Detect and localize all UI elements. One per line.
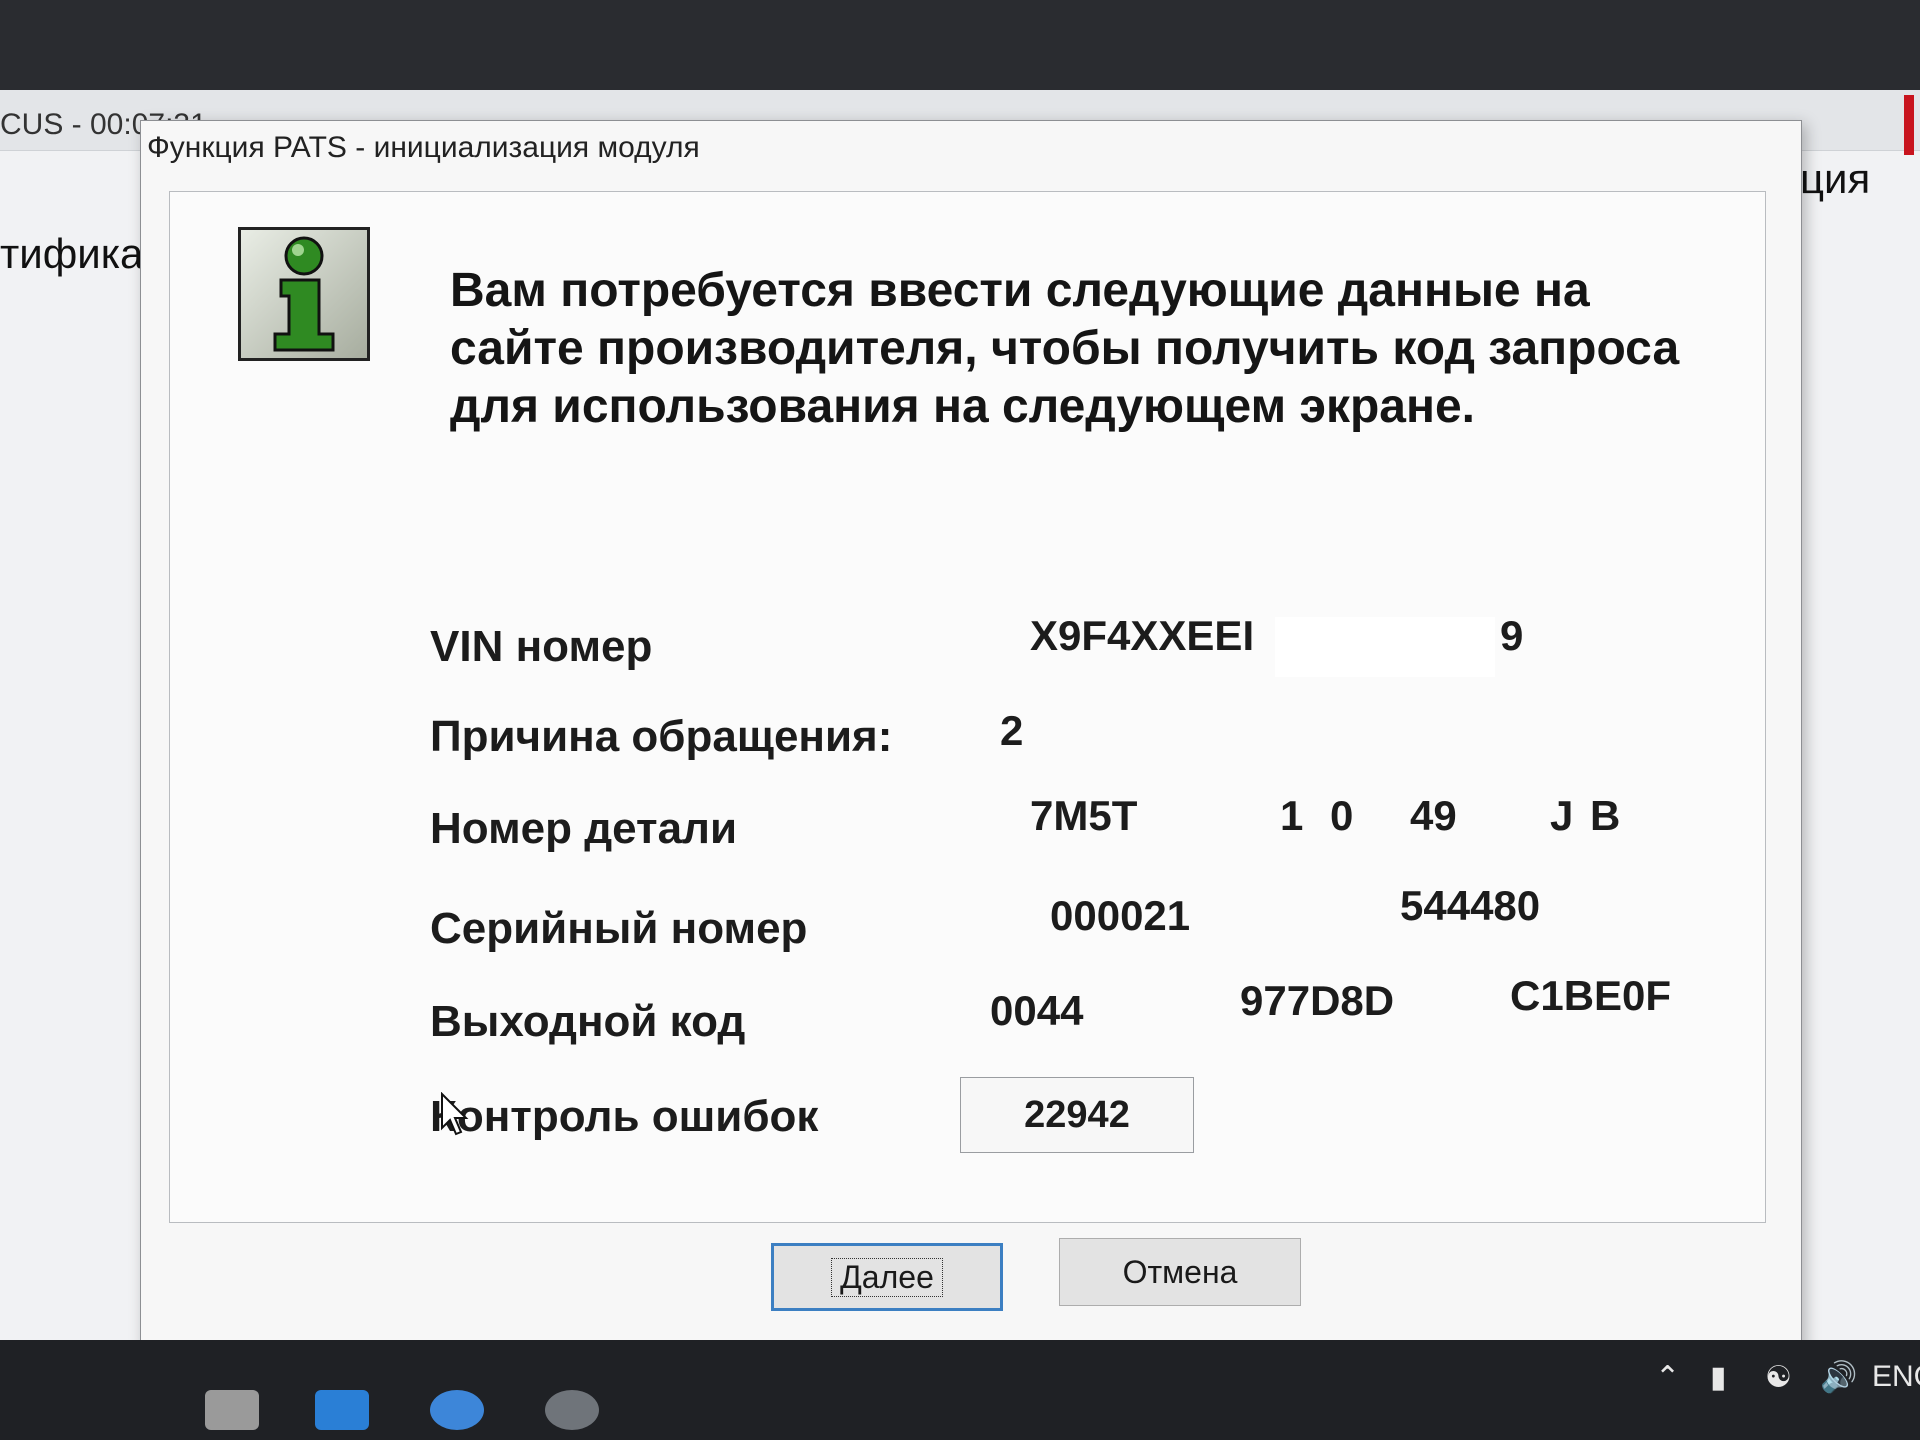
info-icon	[238, 227, 370, 361]
error-check-label: Контроль ошибок	[430, 1092, 819, 1141]
serial-number-label: Серийный номер	[430, 904, 808, 953]
vin-label: VIN номер	[430, 622, 653, 671]
steering-wheel-icon[interactable]	[545, 1390, 599, 1430]
mouse-cursor-icon	[441, 1092, 469, 1136]
output-code-label: Выходной код	[430, 997, 746, 1046]
cancel-button-label: Отмена	[1122, 1253, 1238, 1290]
vin-value-end: 9	[1500, 612, 1524, 659]
error-check-value: 22942	[1024, 1093, 1130, 1136]
part-number-prefix: 7M5T	[1030, 792, 1138, 839]
part-number-suffix-1: J	[1550, 792, 1574, 839]
next-button-label: Далее	[831, 1257, 943, 1297]
output-code-part-3: C1BE0F	[1510, 972, 1672, 1019]
serial-number-part-1: 000021	[1050, 892, 1191, 939]
taskbar: ⌃ ▮ ☯ 🔊 ENG	[0, 1340, 1920, 1440]
background-left-text: тифика	[0, 230, 144, 277]
background-red-marker	[1904, 95, 1914, 155]
chevron-up-icon[interactable]: ⌃	[1655, 1360, 1680, 1395]
vin-redaction	[1275, 617, 1495, 677]
error-check-field[interactable]: 22942	[960, 1077, 1194, 1153]
instruction-message: Вам потребуется ввести следующие данные …	[450, 264, 1680, 433]
output-code-part-1: 0044	[990, 987, 1084, 1034]
volume-icon[interactable]: 🔊	[1820, 1360, 1857, 1395]
next-button[interactable]: Далее	[771, 1243, 1003, 1311]
dialog-title: Функция PATS - инициализация модуля	[147, 131, 700, 164]
part-number-suffix-2: B	[1590, 792, 1621, 839]
language-indicator[interactable]: ENG	[1872, 1360, 1920, 1394]
reason-label: Причина обращения:	[430, 712, 893, 761]
vin-value-start: X9F4XXEEI	[1030, 612, 1255, 659]
part-number-digit-3: 49	[1410, 792, 1457, 839]
file-explorer-icon[interactable]	[205, 1390, 259, 1430]
save-app-icon[interactable]	[315, 1390, 369, 1430]
reason-value: 2	[1000, 707, 1024, 754]
pats-dialog: Функция PATS - инициализация модуля Вам …	[140, 120, 1802, 1372]
cancel-button[interactable]: Отмена	[1059, 1238, 1301, 1306]
wifi-icon[interactable]: ☯	[1765, 1360, 1792, 1395]
output-code-part-2: 977D8D	[1240, 977, 1395, 1024]
part-number-digit-1: 1	[1280, 792, 1304, 839]
part-number-digit-2: 0	[1330, 792, 1354, 839]
background-right-text: ция	[1800, 155, 1871, 202]
battery-icon[interactable]: ▮	[1710, 1360, 1727, 1395]
serial-number-part-2: 544480	[1400, 882, 1541, 929]
browser-icon[interactable]	[430, 1390, 484, 1430]
content-panel: Вам потребуется ввести следующие данные …	[169, 191, 1766, 1223]
part-number-label: Номер детали	[430, 804, 738, 853]
